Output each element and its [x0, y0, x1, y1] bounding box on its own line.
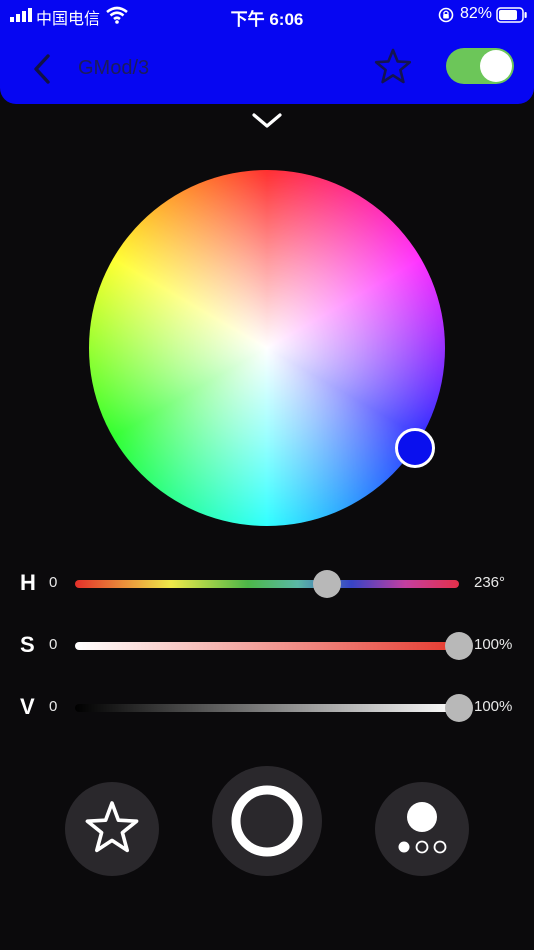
toggle-knob — [480, 50, 512, 82]
value-min-label: 0 — [49, 698, 58, 715]
value-slider-track[interactable] — [75, 704, 459, 712]
color-control-screen: 中国电信 下午 6:06 82% GMod/3 H 0 236° S 0 100… — [0, 0, 534, 950]
saturation-slider-track[interactable] — [75, 642, 459, 650]
power-toggle[interactable] — [446, 48, 514, 84]
hue-slider-thumb[interactable] — [312, 570, 341, 598]
hue-value-label: 236° — [474, 574, 506, 591]
power-button[interactable] — [212, 766, 322, 876]
saturation-slider-row: S 0 100% — [0, 626, 534, 666]
back-button[interactable] — [28, 52, 58, 86]
scene-dots-icon — [398, 802, 447, 854]
battery-percentage: 82% — [460, 5, 493, 22]
saturation-slider-thumb[interactable] — [445, 632, 473, 660]
app-header: 中国电信 下午 6:06 82% GMod/3 — [0, 0, 534, 104]
scenes-button[interactable] — [375, 782, 469, 876]
value-value-label: 100% — [474, 698, 513, 715]
hue-slider-track[interactable] — [75, 580, 459, 588]
hue-label: H — [20, 570, 36, 595]
value-slider-thumb[interactable] — [445, 694, 473, 722]
value-slider-row: V 0 100% — [0, 688, 534, 728]
device-title: GMod/3 — [78, 57, 150, 79]
saturation-min-label: 0 — [49, 636, 58, 653]
saturation-value-label: 100% — [474, 636, 513, 653]
hue-slider-row: H 0 236° — [0, 564, 534, 604]
power-ring-icon — [231, 785, 303, 857]
favorites-button[interactable] — [65, 782, 159, 876]
color-wheel-soften-overlay — [89, 170, 445, 526]
color-wheel[interactable] — [89, 170, 445, 526]
saturation-label: S — [20, 632, 35, 657]
star-outline-icon — [85, 801, 139, 853]
battery-icon — [496, 7, 527, 23]
favorite-star-icon[interactable] — [372, 46, 414, 88]
value-label: V — [20, 694, 35, 719]
hue-min-label: 0 — [49, 574, 58, 591]
chevron-down-icon[interactable] — [250, 108, 284, 132]
color-wheel-handle[interactable] — [395, 428, 435, 468]
status-bar: 中国电信 下午 6:06 82% — [0, 0, 534, 30]
orientation-lock-icon — [438, 7, 454, 23]
